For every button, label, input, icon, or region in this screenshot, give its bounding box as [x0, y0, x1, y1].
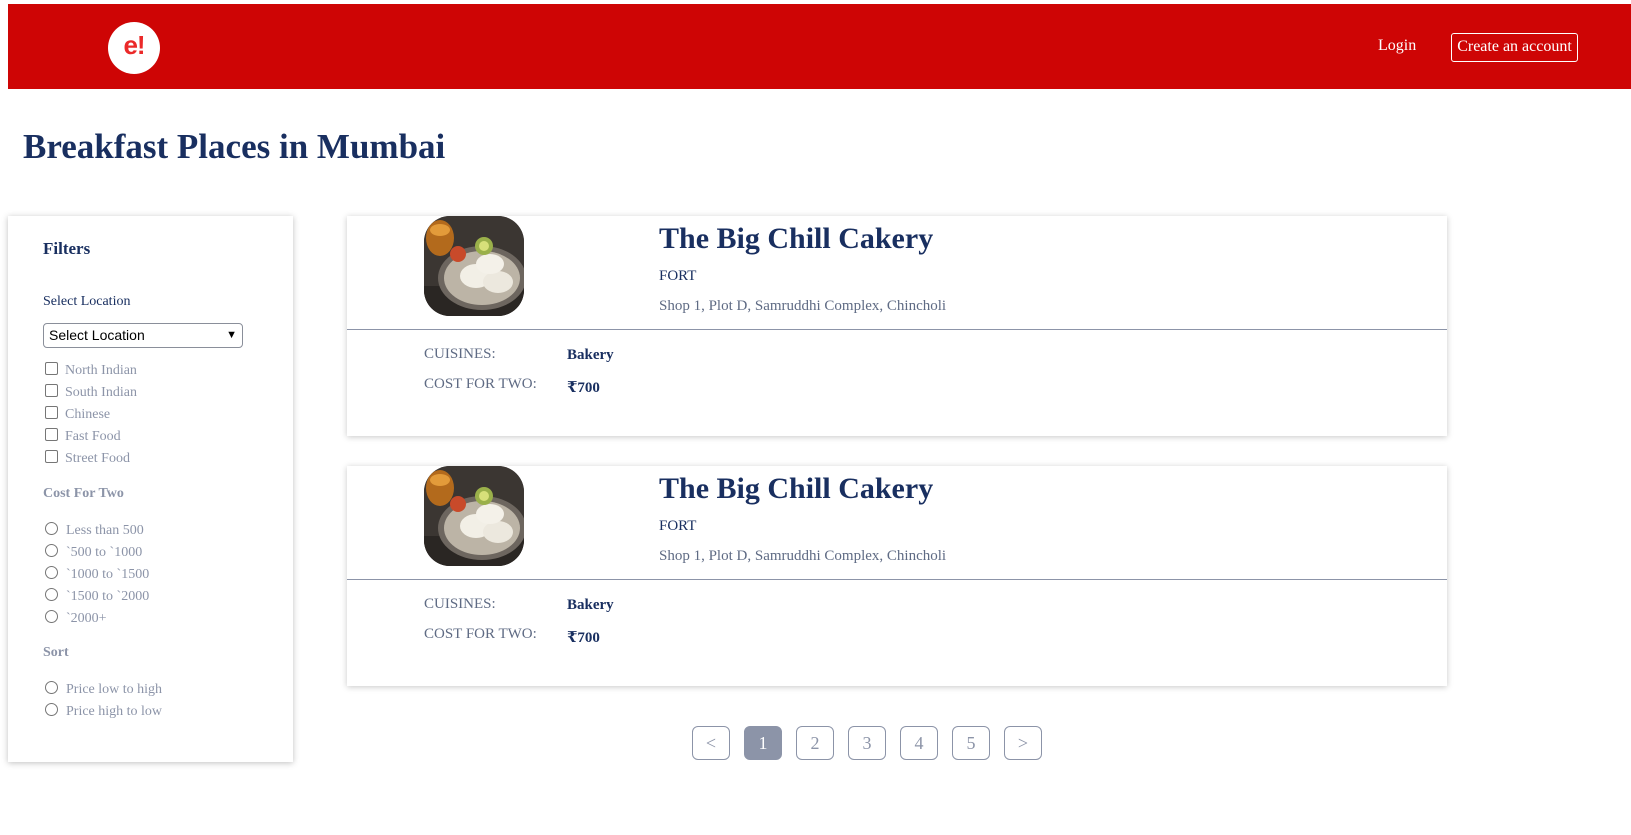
create-account-button[interactable]: Create an account [1451, 33, 1578, 62]
cuisine-label: Fast Food [65, 429, 121, 444]
cost-label: COST FOR TWO: [424, 626, 537, 642]
sort-label: Price low to high [66, 682, 163, 697]
cuisines-value: Bakery [567, 597, 614, 613]
cuisine-checkbox-fast-food[interactable]: Fast Food [45, 428, 121, 446]
radio[interactable] [45, 522, 58, 535]
cost-label: `1000 to `1500 [66, 567, 150, 582]
radio[interactable] [45, 703, 58, 716]
restaurant-name[interactable]: The Big Chill Cakery [659, 222, 933, 256]
restaurant-name[interactable]: The Big Chill Cakery [659, 472, 933, 506]
pagination-page-4[interactable]: 4 [900, 726, 938, 760]
sort-section-title: Sort [43, 645, 69, 660]
top-navbar: e! Login Create an account [8, 4, 1631, 89]
cuisine-checkbox-north-indian[interactable]: North Indian [45, 362, 137, 380]
cost-radio-4[interactable]: `1500 to `2000 [45, 588, 149, 606]
pagination-page-2[interactable]: 2 [796, 726, 834, 760]
pagination-page-5[interactable]: 5 [952, 726, 990, 760]
cuisines-label: CUISINES: [424, 596, 496, 612]
checkbox[interactable] [45, 450, 58, 463]
sort-label: Price high to low [66, 704, 163, 719]
pagination-next-button[interactable]: > [1004, 726, 1042, 760]
cost-radio-2[interactable]: `500 to `1000 [45, 544, 142, 562]
sort-radio-high-low[interactable]: Price high to low [45, 703, 162, 721]
cost-value: ₹700 [567, 630, 600, 646]
checkbox[interactable] [45, 406, 58, 419]
pagination-page-1[interactable]: 1 [744, 726, 782, 760]
cost-label: `2000+ [66, 611, 107, 626]
cost-label: Less than 500 [66, 523, 144, 538]
cuisines-label: CUISINES: [424, 346, 496, 362]
cuisine-checkbox-chinese[interactable]: Chinese [45, 406, 110, 424]
restaurant-address: Shop 1, Plot D, Samruddhi Complex, Chinc… [659, 298, 947, 314]
cuisine-label: North Indian [65, 363, 137, 378]
radio[interactable] [45, 610, 58, 623]
cuisine-checkbox-street-food[interactable]: Street Food [45, 450, 130, 468]
radio[interactable] [45, 588, 58, 601]
login-button[interactable]: Login [1378, 37, 1416, 55]
page-title: Breakfast Places in Mumbai [23, 127, 446, 166]
checkbox[interactable] [45, 384, 58, 397]
restaurant-card[interactable]: The Big Chill Cakery FORT Shop 1, Plot D… [347, 216, 1447, 436]
pagination-prev-button[interactable]: < [692, 726, 730, 760]
cost-section-title: Cost For Two [43, 486, 124, 501]
cost-label: `500 to `1000 [66, 545, 143, 560]
cuisine-checkbox-south-indian[interactable]: South Indian [45, 384, 137, 402]
restaurant-area: FORT [659, 268, 697, 284]
cost-label: `1500 to `2000 [66, 589, 150, 604]
card-divider [347, 329, 1447, 330]
location-select-value: Select Location [49, 327, 145, 343]
chevron-down-icon: ▼ [226, 329, 237, 341]
restaurant-thumbnail [424, 466, 524, 566]
cost-value: ₹700 [567, 380, 600, 396]
restaurant-thumbnail [424, 216, 524, 316]
sort-radio-low-high[interactable]: Price low to high [45, 681, 162, 699]
checkbox[interactable] [45, 362, 58, 375]
logo[interactable]: e! [108, 22, 160, 74]
cost-radio-5[interactable]: `2000+ [45, 610, 107, 628]
cuisine-label: Chinese [65, 407, 111, 422]
cuisine-label: Street Food [65, 451, 130, 466]
restaurant-card[interactable]: The Big Chill Cakery FORT Shop 1, Plot D… [347, 466, 1447, 686]
pagination-page-3[interactable]: 3 [848, 726, 886, 760]
radio[interactable] [45, 681, 58, 694]
restaurant-area: FORT [659, 518, 697, 534]
checkbox[interactable] [45, 428, 58, 441]
filters-panel: Filters Select Location Select Location … [8, 216, 293, 762]
location-select[interactable]: Select Location ▼ [43, 323, 243, 348]
radio[interactable] [45, 544, 58, 557]
card-divider [347, 579, 1447, 580]
cuisine-label: South Indian [65, 385, 137, 400]
cost-label: COST FOR TWO: [424, 376, 537, 392]
radio[interactable] [45, 566, 58, 579]
location-label: Select Location [43, 294, 131, 309]
restaurant-address: Shop 1, Plot D, Samruddhi Complex, Chinc… [659, 548, 947, 564]
cuisines-value: Bakery [567, 347, 614, 363]
cost-radio-1[interactable]: Less than 500 [45, 522, 144, 540]
filters-title: Filters [43, 239, 91, 258]
cost-radio-3[interactable]: `1000 to `1500 [45, 566, 149, 584]
